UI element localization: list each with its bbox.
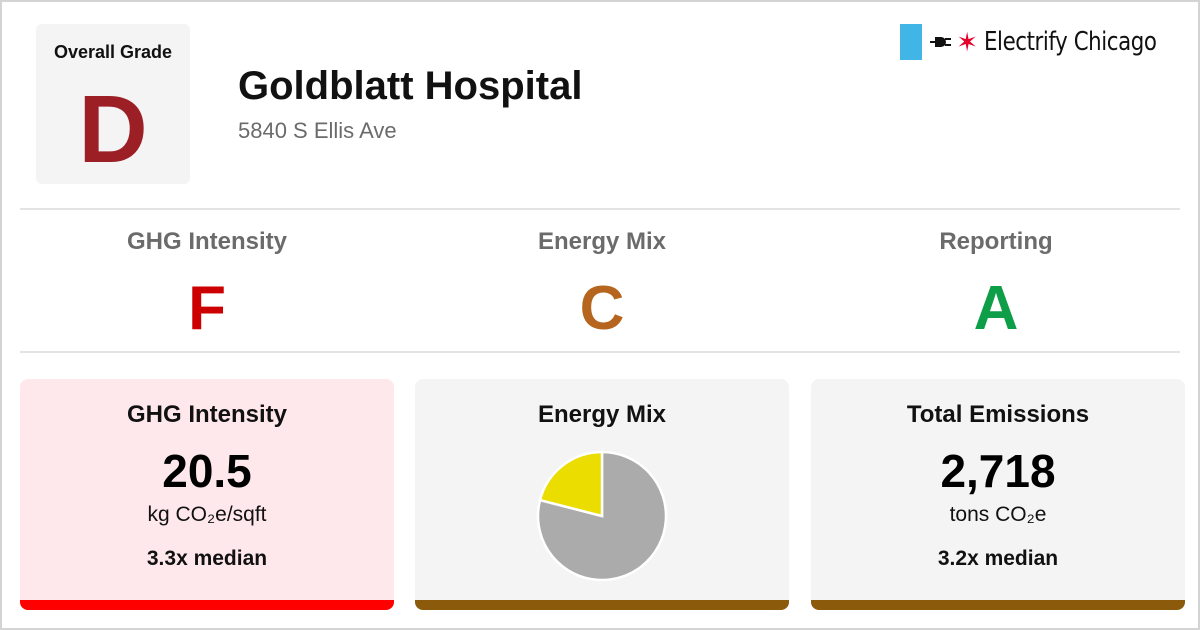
card-accent-bar [20, 600, 394, 610]
energy-mix-pie-chart [536, 450, 668, 582]
building-name: Goldblatt Hospital [238, 64, 583, 108]
card-title: Total Emissions [906, 401, 1090, 428]
total-emissions-card: Total Emissions 2,718 tons CO₂e 3.2x med… [811, 379, 1185, 610]
overall-grade-letter: D [78, 76, 148, 183]
card-median: 3.3x median [146, 547, 268, 570]
card-accent-bar [415, 600, 789, 610]
flag-stripe [900, 24, 923, 60]
card-value: 2,718 [940, 445, 1056, 497]
subgrade-letter: F [188, 274, 226, 343]
subgrade-reporting: Reporting A [799, 228, 1193, 340]
share-card: Overall Grade D Goldblatt Hospital 5840 … [0, 0, 1200, 630]
card-title: Energy Mix [537, 401, 667, 428]
card-value: 20.5 [162, 445, 252, 497]
card-accent-bar [811, 600, 1185, 610]
ghg-intensity-card: GHG Intensity 20.5 kg CO₂e/sqft 3.3x med… [20, 379, 394, 610]
subgrade-letter: A [973, 274, 1019, 343]
subgrade-title: Reporting [939, 228, 1053, 255]
subgrade-title: GHG Intensity [126, 228, 288, 255]
card-title: GHG Intensity [126, 401, 288, 428]
star-icon: ✶ [956, 27, 978, 57]
divider-top [20, 208, 1180, 210]
divider-middle [20, 351, 1180, 353]
card-unit: tons CO₂e [949, 503, 1047, 526]
building-address: 5840 S Ellis Ave [238, 118, 397, 143]
card-unit: kg CO₂e/sqft [147, 503, 267, 526]
card-median: 3.2x median [937, 547, 1059, 570]
plug-icon [930, 37, 952, 47]
subgrade-title: Energy Mix [537, 228, 667, 255]
overall-grade-box: Overall Grade D [36, 24, 190, 184]
subgrade-letter: C [579, 274, 625, 343]
overall-grade-label: Overall Grade [53, 42, 173, 62]
brand-name: Electrify Chicago [984, 27, 1157, 57]
brand-logo[interactable]: ✶ Electrify Chicago [900, 24, 1174, 60]
energy-mix-card: Energy Mix [415, 379, 789, 610]
subgrade-ghg: GHG Intensity F [10, 228, 404, 340]
subgrade-energy-mix: Energy Mix C [405, 228, 799, 340]
